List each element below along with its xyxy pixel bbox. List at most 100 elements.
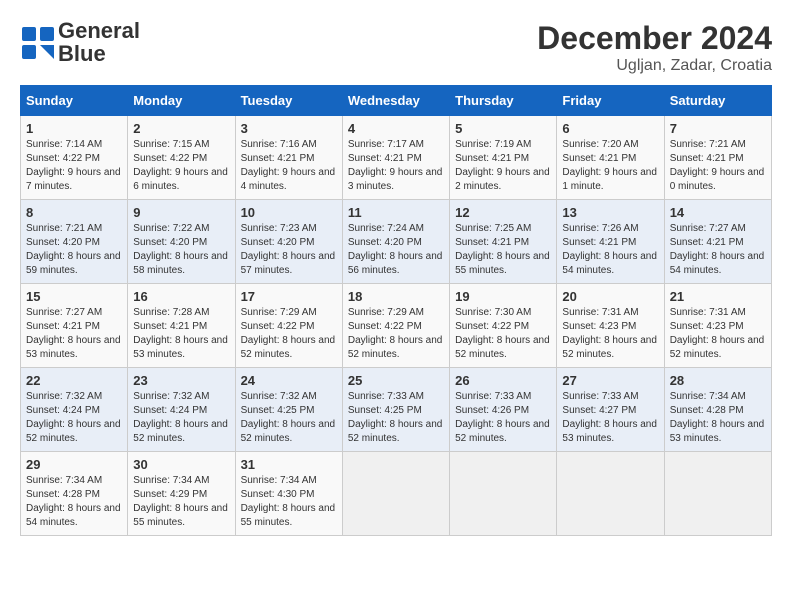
calendar-cell: 23 Sunrise: 7:32 AMSunset: 4:24 PMDaylig… <box>128 368 235 452</box>
day-info: Sunrise: 7:15 AMSunset: 4:22 PMDaylight:… <box>133 138 229 194</box>
day-info: Sunrise: 7:21 AMSunset: 4:20 PMDaylight:… <box>26 222 122 278</box>
day-number: 12 <box>455 205 551 220</box>
day-info: Sunrise: 7:22 AMSunset: 4:20 PMDaylight:… <box>133 222 229 278</box>
header-tuesday: Tuesday <box>235 86 342 116</box>
day-number: 26 <box>455 373 551 388</box>
day-info: Sunrise: 7:26 AMSunset: 4:21 PMDaylight:… <box>562 222 658 278</box>
day-number: 5 <box>455 121 551 136</box>
header-saturday: Saturday <box>664 86 771 116</box>
header-wednesday: Wednesday <box>342 86 449 116</box>
header-sunday: Sunday <box>21 86 128 116</box>
calendar-cell: 22 Sunrise: 7:32 AMSunset: 4:24 PMDaylig… <box>21 368 128 452</box>
calendar-cell: 28 Sunrise: 7:34 AMSunset: 4:28 PMDaylig… <box>664 368 771 452</box>
calendar-cell: 30 Sunrise: 7:34 AMSunset: 4:29 PMDaylig… <box>128 452 235 536</box>
day-info: Sunrise: 7:33 AMSunset: 4:27 PMDaylight:… <box>562 390 658 446</box>
day-info: Sunrise: 7:31 AMSunset: 4:23 PMDaylight:… <box>562 306 658 362</box>
day-number: 21 <box>670 289 766 304</box>
day-info: Sunrise: 7:34 AMSunset: 4:28 PMDaylight:… <box>670 390 766 446</box>
calendar-cell: 27 Sunrise: 7:33 AMSunset: 4:27 PMDaylig… <box>557 368 664 452</box>
day-info: Sunrise: 7:32 AMSunset: 4:24 PMDaylight:… <box>133 390 229 446</box>
day-info: Sunrise: 7:27 AMSunset: 4:21 PMDaylight:… <box>670 222 766 278</box>
title-block: December 2024 Ugljan, Zadar, Croatia <box>537 20 772 75</box>
day-number: 9 <box>133 205 229 220</box>
day-number: 17 <box>241 289 337 304</box>
calendar-cell: 4 Sunrise: 7:17 AMSunset: 4:21 PMDayligh… <box>342 116 449 200</box>
calendar-cell <box>450 452 557 536</box>
day-number: 1 <box>26 121 122 136</box>
calendar-cell: 20 Sunrise: 7:31 AMSunset: 4:23 PMDaylig… <box>557 284 664 368</box>
day-info: Sunrise: 7:23 AMSunset: 4:20 PMDaylight:… <box>241 222 337 278</box>
day-number: 20 <box>562 289 658 304</box>
calendar-cell: 1 Sunrise: 7:14 AMSunset: 4:22 PMDayligh… <box>21 116 128 200</box>
calendar-cell <box>557 452 664 536</box>
day-number: 3 <box>241 121 337 136</box>
logo-general: General <box>58 18 140 43</box>
day-info: Sunrise: 7:20 AMSunset: 4:21 PMDaylight:… <box>562 138 658 194</box>
day-number: 30 <box>133 457 229 472</box>
day-info: Sunrise: 7:31 AMSunset: 4:23 PMDaylight:… <box>670 306 766 362</box>
day-number: 13 <box>562 205 658 220</box>
calendar-cell: 14 Sunrise: 7:27 AMSunset: 4:21 PMDaylig… <box>664 200 771 284</box>
calendar-cell: 8 Sunrise: 7:21 AMSunset: 4:20 PMDayligh… <box>21 200 128 284</box>
day-info: Sunrise: 7:25 AMSunset: 4:21 PMDaylight:… <box>455 222 551 278</box>
day-number: 24 <box>241 373 337 388</box>
calendar-week-row: 22 Sunrise: 7:32 AMSunset: 4:24 PMDaylig… <box>21 368 772 452</box>
day-info: Sunrise: 7:14 AMSunset: 4:22 PMDaylight:… <box>26 138 122 194</box>
day-info: Sunrise: 7:29 AMSunset: 4:22 PMDaylight:… <box>348 306 444 362</box>
day-number: 23 <box>133 373 229 388</box>
calendar-cell: 21 Sunrise: 7:31 AMSunset: 4:23 PMDaylig… <box>664 284 771 368</box>
day-info: Sunrise: 7:30 AMSunset: 4:22 PMDaylight:… <box>455 306 551 362</box>
calendar-cell: 9 Sunrise: 7:22 AMSunset: 4:20 PMDayligh… <box>128 200 235 284</box>
day-number: 27 <box>562 373 658 388</box>
day-number: 25 <box>348 373 444 388</box>
header-thursday: Thursday <box>450 86 557 116</box>
calendar-cell: 11 Sunrise: 7:24 AMSunset: 4:20 PMDaylig… <box>342 200 449 284</box>
calendar-header-row: SundayMondayTuesdayWednesdayThursdayFrid… <box>21 86 772 116</box>
page-header: General Blue December 2024 Ugljan, Zadar… <box>20 20 772 75</box>
calendar-cell: 24 Sunrise: 7:32 AMSunset: 4:25 PMDaylig… <box>235 368 342 452</box>
day-number: 6 <box>562 121 658 136</box>
calendar-cell: 15 Sunrise: 7:27 AMSunset: 4:21 PMDaylig… <box>21 284 128 368</box>
calendar-cell: 5 Sunrise: 7:19 AMSunset: 4:21 PMDayligh… <box>450 116 557 200</box>
day-number: 15 <box>26 289 122 304</box>
calendar-week-row: 1 Sunrise: 7:14 AMSunset: 4:22 PMDayligh… <box>21 116 772 200</box>
day-number: 14 <box>670 205 766 220</box>
day-number: 8 <box>26 205 122 220</box>
day-info: Sunrise: 7:21 AMSunset: 4:21 PMDaylight:… <box>670 138 766 194</box>
day-number: 22 <box>26 373 122 388</box>
calendar-cell: 7 Sunrise: 7:21 AMSunset: 4:21 PMDayligh… <box>664 116 771 200</box>
calendar-cell <box>342 452 449 536</box>
day-info: Sunrise: 7:32 AMSunset: 4:25 PMDaylight:… <box>241 390 337 446</box>
day-number: 11 <box>348 205 444 220</box>
calendar-cell: 26 Sunrise: 7:33 AMSunset: 4:26 PMDaylig… <box>450 368 557 452</box>
day-number: 7 <box>670 121 766 136</box>
day-info: Sunrise: 7:34 AMSunset: 4:28 PMDaylight:… <box>26 474 122 530</box>
calendar-table: SundayMondayTuesdayWednesdayThursdayFrid… <box>20 85 772 536</box>
calendar-cell: 19 Sunrise: 7:30 AMSunset: 4:22 PMDaylig… <box>450 284 557 368</box>
calendar-cell: 10 Sunrise: 7:23 AMSunset: 4:20 PMDaylig… <box>235 200 342 284</box>
day-info: Sunrise: 7:19 AMSunset: 4:21 PMDaylight:… <box>455 138 551 194</box>
calendar-week-row: 29 Sunrise: 7:34 AMSunset: 4:28 PMDaylig… <box>21 452 772 536</box>
calendar-cell: 12 Sunrise: 7:25 AMSunset: 4:21 PMDaylig… <box>450 200 557 284</box>
day-number: 28 <box>670 373 766 388</box>
logo: General Blue <box>20 20 140 66</box>
calendar-week-row: 8 Sunrise: 7:21 AMSunset: 4:20 PMDayligh… <box>21 200 772 284</box>
day-info: Sunrise: 7:28 AMSunset: 4:21 PMDaylight:… <box>133 306 229 362</box>
calendar-cell: 17 Sunrise: 7:29 AMSunset: 4:22 PMDaylig… <box>235 284 342 368</box>
calendar-cell: 6 Sunrise: 7:20 AMSunset: 4:21 PMDayligh… <box>557 116 664 200</box>
day-info: Sunrise: 7:33 AMSunset: 4:26 PMDaylight:… <box>455 390 551 446</box>
day-number: 2 <box>133 121 229 136</box>
calendar-cell: 3 Sunrise: 7:16 AMSunset: 4:21 PMDayligh… <box>235 116 342 200</box>
day-info: Sunrise: 7:17 AMSunset: 4:21 PMDaylight:… <box>348 138 444 194</box>
day-info: Sunrise: 7:27 AMSunset: 4:21 PMDaylight:… <box>26 306 122 362</box>
calendar-cell: 18 Sunrise: 7:29 AMSunset: 4:22 PMDaylig… <box>342 284 449 368</box>
day-number: 4 <box>348 121 444 136</box>
day-number: 19 <box>455 289 551 304</box>
day-number: 29 <box>26 457 122 472</box>
calendar-cell: 16 Sunrise: 7:28 AMSunset: 4:21 PMDaylig… <box>128 284 235 368</box>
calendar-week-row: 15 Sunrise: 7:27 AMSunset: 4:21 PMDaylig… <box>21 284 772 368</box>
day-info: Sunrise: 7:34 AMSunset: 4:30 PMDaylight:… <box>241 474 337 530</box>
header-friday: Friday <box>557 86 664 116</box>
calendar-cell: 29 Sunrise: 7:34 AMSunset: 4:28 PMDaylig… <box>21 452 128 536</box>
day-number: 16 <box>133 289 229 304</box>
